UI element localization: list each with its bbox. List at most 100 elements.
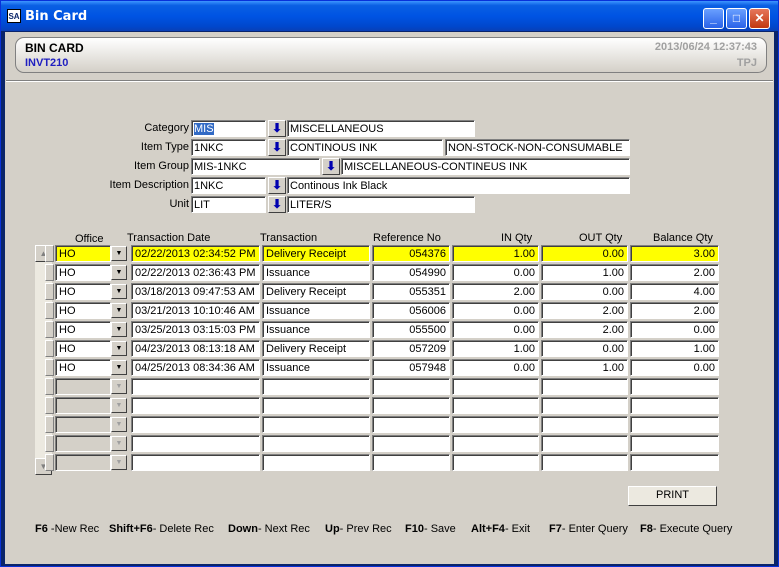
cell-in-qty[interactable]: 1.00 — [452, 340, 539, 357]
cell-date[interactable]: 03/21/2013 10:10:46 AM — [131, 302, 260, 319]
item-group-lov-button[interactable]: ⬇ — [322, 158, 340, 175]
close-button[interactable]: ✕ — [749, 8, 770, 29]
cell-out-qty[interactable] — [541, 435, 628, 452]
cell-transaction[interactable]: Delivery Receipt — [262, 340, 370, 357]
cell-out-qty[interactable]: 0.00 — [541, 340, 628, 357]
row-marker[interactable] — [45, 264, 54, 281]
cell-date[interactable]: 03/25/2013 03:15:03 PM — [131, 321, 260, 338]
cell-date[interactable] — [131, 416, 260, 433]
cell-balance[interactable]: 2.00 — [630, 264, 719, 281]
cell-transaction[interactable] — [262, 416, 370, 433]
row-marker[interactable] — [45, 454, 54, 471]
cell-office[interactable]: HO — [55, 340, 111, 357]
cell-date[interactable] — [131, 435, 260, 452]
cell-reference[interactable]: 057948 — [372, 359, 450, 376]
row-marker[interactable] — [45, 397, 54, 414]
cell-date[interactable]: 04/25/2013 08:34:36 AM — [131, 359, 260, 376]
item-description-lov-button[interactable]: ⬇ — [268, 177, 286, 194]
row-marker[interactable] — [45, 245, 54, 262]
item-type-code-field[interactable]: 1NKC — [191, 139, 266, 156]
cell-office[interactable] — [55, 454, 111, 471]
cell-reference[interactable]: 055500 — [372, 321, 450, 338]
cell-reference[interactable] — [372, 454, 450, 471]
cell-out-qty[interactable] — [541, 454, 628, 471]
cell-balance[interactable]: 1.00 — [630, 340, 719, 357]
cell-balance[interactable] — [630, 416, 719, 433]
row-marker[interactable] — [45, 302, 54, 319]
cell-out-qty[interactable]: 1.00 — [541, 359, 628, 376]
cell-out-qty[interactable]: 0.00 — [541, 283, 628, 300]
cell-out-qty[interactable] — [541, 397, 628, 414]
cell-out-qty[interactable]: 1.00 — [541, 264, 628, 281]
category-code-field[interactable]: MIS — [191, 120, 266, 137]
item-description-code-field[interactable]: 1NKC — [191, 177, 266, 194]
item-group-code-field[interactable]: MIS-1NKC — [191, 158, 320, 175]
cell-in-qty[interactable] — [452, 378, 539, 395]
cell-reference[interactable] — [372, 435, 450, 452]
cell-reference[interactable]: 054376 — [372, 245, 450, 262]
cell-transaction[interactable]: Issuance — [262, 264, 370, 281]
cell-office[interactable] — [55, 435, 111, 452]
cell-office[interactable]: HO — [55, 264, 111, 281]
cell-balance[interactable] — [630, 378, 719, 395]
cell-transaction[interactable]: Delivery Receipt — [262, 245, 370, 262]
cell-reference[interactable] — [372, 397, 450, 414]
row-marker[interactable] — [45, 359, 54, 376]
category-lov-button[interactable]: ⬇ — [268, 120, 286, 137]
cell-transaction[interactable]: Issuance — [262, 359, 370, 376]
cell-reference[interactable] — [372, 416, 450, 433]
office-dropdown-icon[interactable]: ▼ — [111, 322, 127, 337]
cell-date[interactable] — [131, 454, 260, 471]
office-dropdown-icon[interactable]: ▼ — [111, 436, 127, 451]
item-type-desc-field[interactable]: CONTINOUS INK — [287, 139, 443, 156]
cell-reference[interactable] — [372, 378, 450, 395]
office-dropdown-icon[interactable]: ▼ — [111, 398, 127, 413]
cell-out-qty[interactable] — [541, 378, 628, 395]
cell-in-qty[interactable] — [452, 416, 539, 433]
item-group-desc-field[interactable]: MISCELLANEOUS-CONTINEUS INK — [341, 158, 630, 175]
cell-in-qty[interactable] — [452, 397, 539, 414]
cell-office[interactable]: HO — [55, 302, 111, 319]
row-marker[interactable] — [45, 416, 54, 433]
cell-date[interactable]: 02/22/2013 02:34:52 PM — [131, 245, 260, 262]
cell-office[interactable] — [55, 416, 111, 433]
cell-transaction[interactable] — [262, 397, 370, 414]
office-dropdown-icon[interactable]: ▼ — [111, 284, 127, 299]
cell-in-qty[interactable]: 1.00 — [452, 245, 539, 262]
item-type-class-field[interactable]: NON-STOCK-NON-CONSUMABLE — [445, 139, 630, 156]
cell-out-qty[interactable]: 2.00 — [541, 302, 628, 319]
cell-balance[interactable]: 0.00 — [630, 359, 719, 376]
cell-office[interactable] — [55, 397, 111, 414]
cell-transaction[interactable]: Issuance — [262, 321, 370, 338]
cell-transaction[interactable] — [262, 454, 370, 471]
cell-reference[interactable]: 057209 — [372, 340, 450, 357]
cell-transaction[interactable]: Issuance — [262, 302, 370, 319]
cell-balance[interactable] — [630, 435, 719, 452]
unit-lov-button[interactable]: ⬇ — [268, 196, 286, 213]
cell-in-qty[interactable] — [452, 454, 539, 471]
unit-desc-field[interactable]: LITER/S — [287, 196, 475, 213]
cell-transaction[interactable] — [262, 378, 370, 395]
cell-office[interactable]: HO — [55, 321, 111, 338]
cell-balance[interactable]: 4.00 — [630, 283, 719, 300]
cell-in-qty[interactable]: 0.00 — [452, 264, 539, 281]
cell-out-qty[interactable] — [541, 416, 628, 433]
cell-balance[interactable]: 0.00 — [630, 321, 719, 338]
office-dropdown-icon[interactable]: ▼ — [111, 265, 127, 280]
office-dropdown-icon[interactable]: ▼ — [111, 246, 127, 261]
row-marker[interactable] — [45, 283, 54, 300]
cell-balance[interactable] — [630, 397, 719, 414]
cell-in-qty[interactable]: 2.00 — [452, 283, 539, 300]
category-desc-field[interactable]: MISCELLANEOUS — [287, 120, 475, 137]
office-dropdown-icon[interactable]: ▼ — [111, 417, 127, 432]
office-dropdown-icon[interactable]: ▼ — [111, 360, 127, 375]
office-dropdown-icon[interactable]: ▼ — [111, 341, 127, 356]
minimize-button[interactable]: _ — [703, 8, 724, 29]
item-description-desc-field[interactable]: Continous Ink Black — [287, 177, 630, 194]
cell-reference[interactable]: 054990 — [372, 264, 450, 281]
print-button[interactable]: PRINT — [628, 486, 717, 506]
title-bar[interactable]: SA Bin Card _ □ ✕ — [1, 1, 778, 31]
cell-date[interactable] — [131, 378, 260, 395]
row-marker[interactable] — [45, 378, 54, 395]
cell-transaction[interactable]: Delivery Receipt — [262, 283, 370, 300]
